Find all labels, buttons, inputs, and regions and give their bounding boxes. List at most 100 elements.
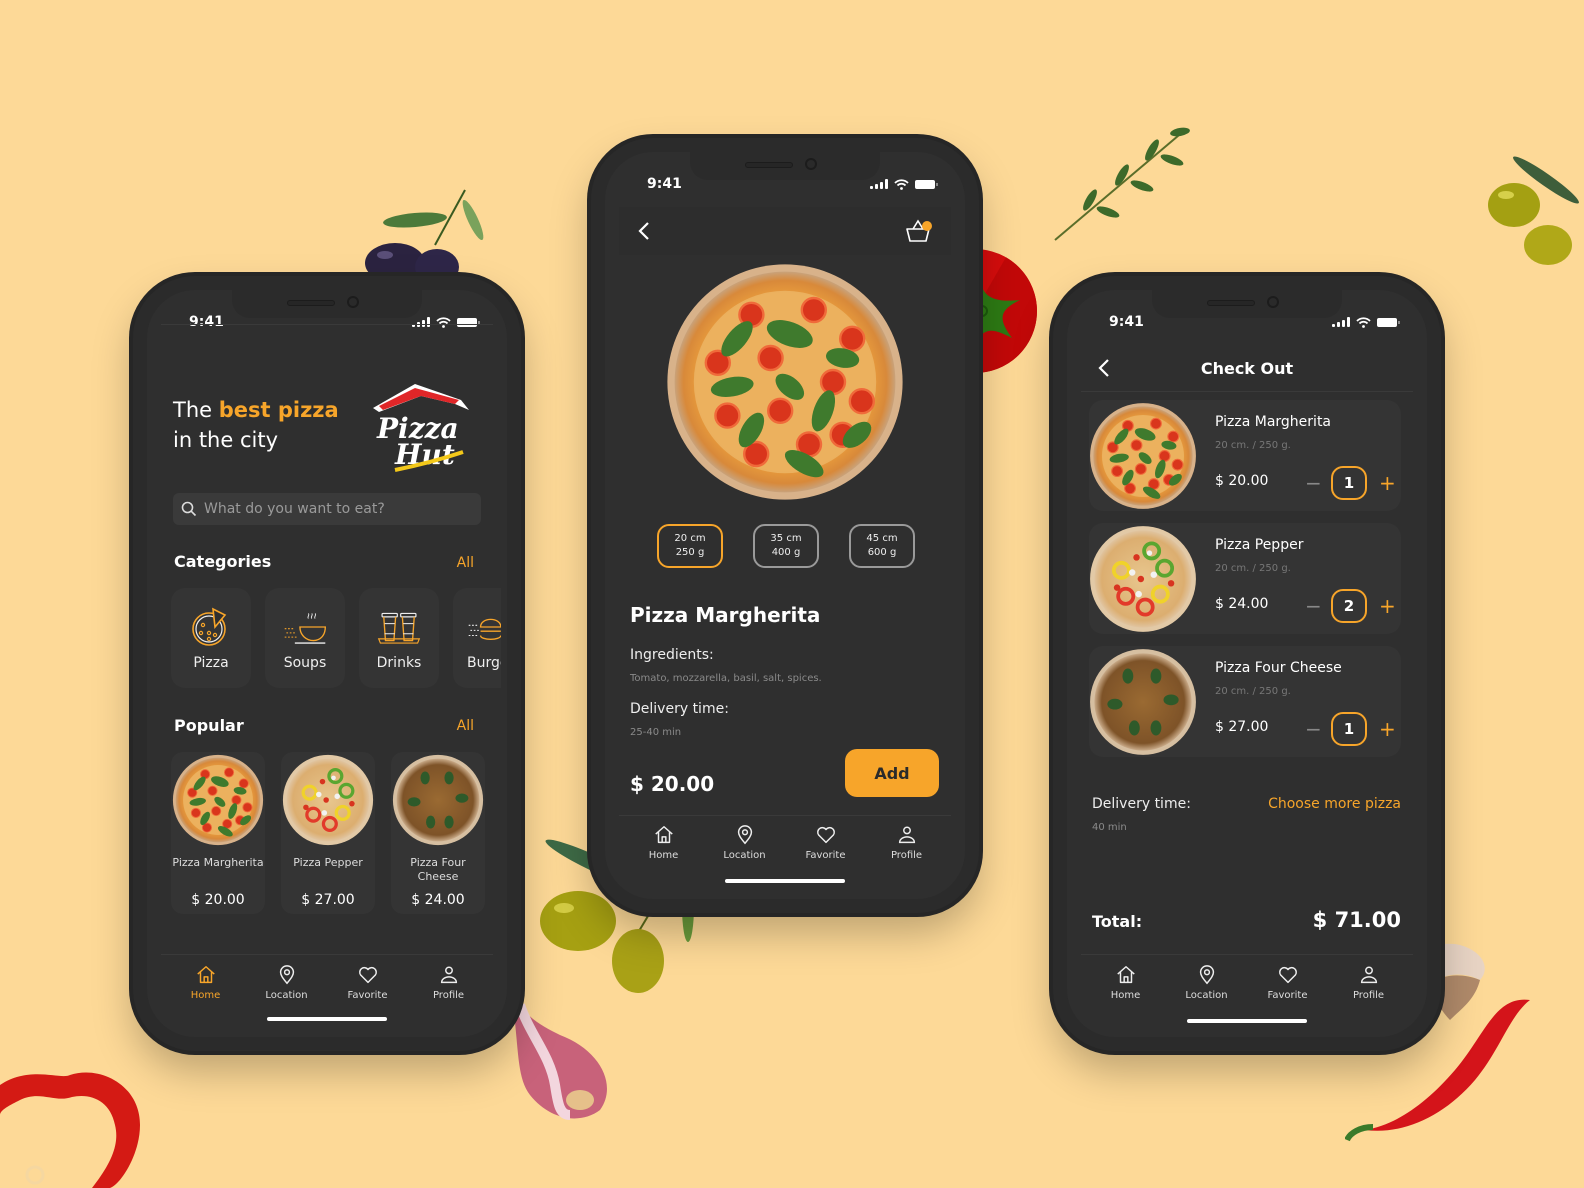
item-name: Pizza Margherita xyxy=(172,856,264,869)
add-to-cart-button[interactable]: Add xyxy=(845,749,939,797)
weight-label: 400 g xyxy=(771,547,801,558)
tab-label: Profile xyxy=(890,850,923,861)
item-price: $ 27.00 xyxy=(301,892,355,908)
item-price: $ 24.00 xyxy=(1215,596,1269,612)
delivery-label: Delivery time: xyxy=(630,701,729,717)
quantity-stepper: − 1 + xyxy=(1305,712,1396,746)
categories-all-link[interactable]: All xyxy=(457,555,474,571)
status-time: 9:41 xyxy=(1109,314,1144,330)
tab-label: Favorite xyxy=(347,990,388,1001)
olives-branch-decoration xyxy=(365,189,484,280)
quantity-stepper: − 2 + xyxy=(1305,589,1396,623)
item-price: $ 20.00 xyxy=(1215,473,1269,489)
ingredients-label: Ingredients: xyxy=(630,647,714,663)
category-label: Burgers xyxy=(467,655,501,671)
soup-bowl-icon xyxy=(284,613,326,644)
popular-title: Popular xyxy=(174,716,244,735)
category-label: Drinks xyxy=(376,655,422,671)
home-screen: 9:41 The best pizza in the city Pizza Hu… xyxy=(147,290,507,1037)
home-indicator xyxy=(725,879,845,883)
decrease-quantity-button[interactable]: − xyxy=(1305,717,1322,741)
category-burgers[interactable]: Burgers xyxy=(453,588,501,688)
product-price: $ 20.00 xyxy=(630,772,715,796)
tab-favorite[interactable]: Favorite xyxy=(1253,964,1323,1001)
tab-label: Profile xyxy=(432,990,465,1001)
size-label: 45 cm xyxy=(866,533,898,544)
search-input[interactable] xyxy=(204,501,473,517)
decrease-quantity-button[interactable]: − xyxy=(1305,471,1322,495)
size-option-35cm[interactable]: 35 cm 400 g xyxy=(753,524,819,568)
choose-more-pizza-link[interactable]: Choose more pizza xyxy=(1268,796,1401,812)
increase-quantity-button[interactable]: + xyxy=(1379,471,1396,495)
cart-basket-icon[interactable] xyxy=(905,218,933,244)
total-label: Total: xyxy=(1092,912,1143,931)
tab-home[interactable]: Home xyxy=(1091,964,1161,1001)
headline: The best pizza in the city xyxy=(173,395,339,455)
checkout-screen: 9:41 Check Out Pizza Margherita 20 cm. /… xyxy=(1067,290,1427,1037)
divider xyxy=(161,954,493,955)
tab-profile[interactable]: Profile xyxy=(872,824,942,861)
total-value: $ 71.00 xyxy=(1312,908,1401,932)
bell-pepper-slice-decoration xyxy=(0,1072,140,1188)
category-pizza[interactable]: Pizza xyxy=(171,588,251,688)
tab-home[interactable]: Home xyxy=(171,964,241,1001)
size-label: 35 cm xyxy=(770,533,802,544)
heart-icon xyxy=(1278,966,1297,984)
signal-icon xyxy=(1332,317,1350,327)
home-indicator xyxy=(1187,1019,1307,1023)
increase-quantity-button[interactable]: + xyxy=(1379,594,1396,618)
tab-favorite[interactable]: Favorite xyxy=(791,824,861,861)
pizza-icon xyxy=(192,607,227,646)
popular-item[interactable]: Pizza Margherita $ 20.00 xyxy=(171,752,265,914)
product-title: Pizza Margherita xyxy=(630,603,821,627)
phone-home-screen: 9:41 The best pizza in the city Pizza Hu… xyxy=(133,276,521,1051)
tab-profile[interactable]: Profile xyxy=(1334,964,1404,1001)
detail-nav-bar xyxy=(619,207,951,255)
divider xyxy=(1081,954,1413,955)
pizza-margherita-image xyxy=(172,754,264,846)
decrease-quantity-button[interactable]: − xyxy=(1305,594,1322,618)
popular-list: Pizza Margherita $ 20.00 Pizza Pepper $ … xyxy=(171,752,485,914)
item-name: Pizza Four Cheese xyxy=(1215,660,1342,676)
tab-location[interactable]: Location xyxy=(1172,964,1242,1001)
category-soups[interactable]: Soups xyxy=(265,588,345,688)
tab-bar: Home Location Favorite Profile xyxy=(1067,964,1427,1001)
popular-item[interactable]: Pizza Four Cheese $ 24.00 xyxy=(391,752,485,914)
popular-all-link[interactable]: All xyxy=(457,718,474,734)
item-price: $ 20.00 xyxy=(191,892,245,908)
delivery-time: 25-40 min xyxy=(630,727,682,738)
home-icon xyxy=(196,966,215,984)
tab-favorite[interactable]: Favorite xyxy=(333,964,403,1001)
svg-text:Hut: Hut xyxy=(394,438,455,471)
back-chevron-icon[interactable] xyxy=(637,220,651,242)
category-label: Pizza xyxy=(193,655,229,671)
pizza-four-cheese-image xyxy=(392,754,484,846)
wifi-icon xyxy=(436,316,451,328)
back-chevron-icon[interactable] xyxy=(1097,357,1111,379)
pizza-pepper-image xyxy=(282,754,374,846)
delivery-label: Delivery time: xyxy=(1092,796,1191,812)
tab-location[interactable]: Location xyxy=(252,964,322,1001)
size-option-45cm[interactable]: 45 cm 600 g xyxy=(849,524,915,568)
divider xyxy=(619,815,951,816)
status-bar: 9:41 xyxy=(1109,312,1400,332)
tab-home[interactable]: Home xyxy=(629,824,699,861)
increase-quantity-button[interactable]: + xyxy=(1379,717,1396,741)
tab-profile[interactable]: Profile xyxy=(414,964,484,1001)
home-icon xyxy=(654,826,673,844)
detail-screen: 9:41 20 cm 250 g 35 cm 400 g 45 cm 600 g Pi… xyxy=(605,152,965,899)
cart-item: Pizza Four Cheese 20 cm. / 250 g. $ 27.0… xyxy=(1089,646,1401,757)
tab-label: Home xyxy=(1110,990,1141,1001)
size-option-20cm[interactable]: 20 cm 250 g xyxy=(657,524,723,568)
search-bar[interactable] xyxy=(173,493,481,525)
category-drinks[interactable]: Drinks xyxy=(359,588,439,688)
headline-text: The xyxy=(173,398,219,422)
size-label: 20 cm xyxy=(674,533,706,544)
herb-sprig-decoration xyxy=(1054,127,1190,241)
item-price: $ 27.00 xyxy=(1215,719,1269,735)
status-bar: 9:41 xyxy=(647,174,938,194)
tab-label: Favorite xyxy=(805,850,846,861)
tab-location[interactable]: Location xyxy=(710,824,780,861)
profile-icon xyxy=(1360,966,1377,984)
popular-item[interactable]: Pizza Pepper $ 27.00 xyxy=(281,752,375,914)
